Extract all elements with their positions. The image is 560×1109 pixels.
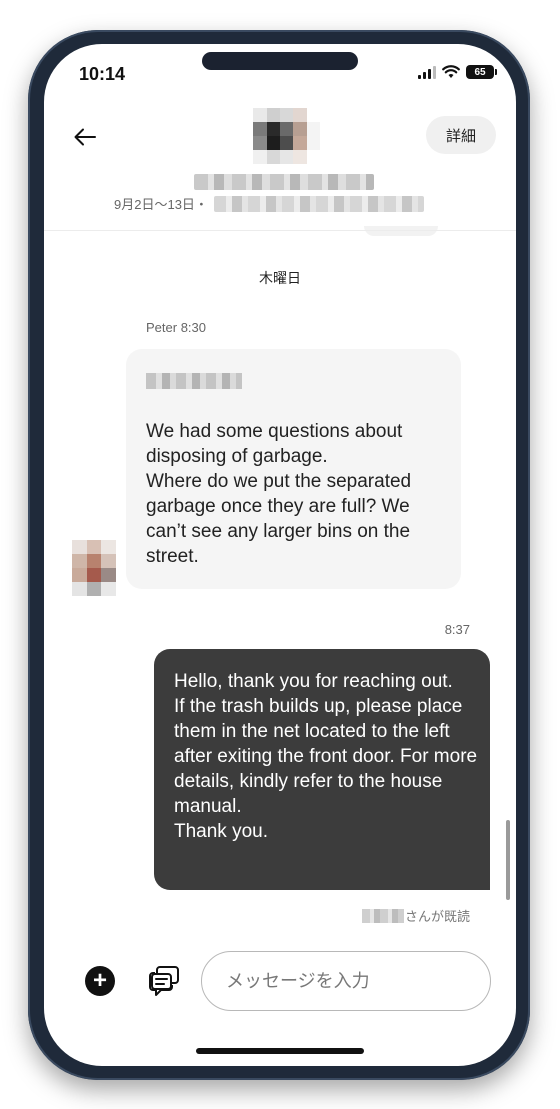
status-icons: 65 [418,65,497,79]
scrollbar[interactable] [506,820,510,900]
listing-address [213,195,424,212]
battery-icon: 65 [466,65,497,79]
details-button[interactable]: 詳細 [426,116,496,154]
home-indicator[interactable] [196,1048,364,1054]
read-receipt: さんが既読 [361,906,470,925]
listing-name [194,174,374,190]
plus-circle-icon: + [92,967,107,994]
incoming-message-text: We had some questions about disposing of… [146,421,412,567]
app-screen: 10:14 65 詳細 9月2日〜13日・ 木曜日 Peter 8:30 We … [44,44,516,1066]
guest-avatar[interactable] [72,540,116,596]
previous-message-edge [364,226,438,236]
status-time: 10:14 [79,64,126,84]
day-separator: 木曜日 [259,270,301,286]
sender-name: Peter [146,320,178,335]
outgoing-message-text: Hello, thank you for reaching out. If th… [174,671,478,842]
cellular-signal-icon [418,65,436,79]
incoming-sender-meta: Peter 8:30 [146,320,206,335]
back-button[interactable] [70,122,100,152]
arrow-left-icon [74,128,96,146]
read-receipt-label: さんが既読 [404,909,470,924]
reader-name [361,908,404,923]
message-templates-icon [149,966,179,996]
message-input[interactable] [201,951,491,1011]
incoming-message-bubble[interactable]: We had some questions about disposing of… [126,349,461,589]
templates-button[interactable] [148,964,182,998]
greeting-line [146,373,242,389]
outgoing-message-bubble[interactable]: Hello, thank you for reaching out. If th… [154,649,490,890]
dynamic-island [202,52,358,70]
reservation-dates: 9月2日〜13日・ [114,197,208,212]
header-divider [44,230,516,231]
host-avatar[interactable] [240,108,320,164]
reservation-dates-row: 9月2日〜13日・ [114,194,424,213]
incoming-time: 8:30 [180,320,207,335]
outgoing-time: 8:37 [444,622,470,637]
wifi-icon [442,65,460,78]
add-attachment-button[interactable]: + [85,966,115,996]
